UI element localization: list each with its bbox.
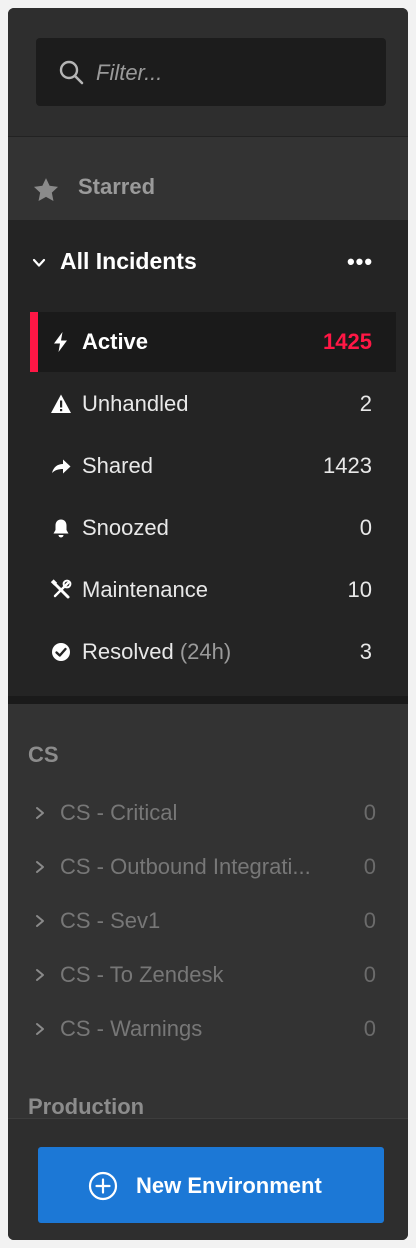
- incident-filter-label: Shared: [82, 453, 153, 478]
- group-title-cs[interactable]: CS: [28, 742, 59, 768]
- all-incidents-section: All Incidents ••• Active 1425 Unhandled …: [8, 220, 408, 698]
- plus-circle-icon: [88, 1171, 118, 1201]
- environment-label: CS - Sev1: [60, 908, 161, 933]
- environment-label: CS - Critical: [60, 800, 178, 825]
- environment-item[interactable]: CS - To Zendesk 0: [8, 948, 408, 1002]
- search-box[interactable]: [36, 38, 386, 108]
- incident-count: 10: [347, 577, 372, 602]
- more-options-icon[interactable]: •••: [346, 248, 374, 276]
- chevron-right-icon: [36, 1023, 44, 1035]
- environment-count: 0: [363, 962, 376, 987]
- environment-item[interactable]: CS - Critical 0: [8, 786, 408, 840]
- bell-icon: [53, 519, 69, 538]
- all-incidents-header[interactable]: All Incidents •••: [8, 220, 408, 304]
- environment-item[interactable]: CS - Warnings 0: [8, 1002, 408, 1056]
- incident-filter-label: Snoozed: [82, 515, 169, 540]
- resolved-label: Resolved: [82, 639, 174, 664]
- incident-count: 0: [359, 515, 372, 540]
- star-icon: [33, 178, 59, 201]
- chevron-right-icon: [36, 861, 44, 873]
- environment-count: 0: [363, 854, 376, 879]
- starred-item[interactable]: Starred: [8, 158, 408, 220]
- environment-label: CS - To Zendesk: [60, 962, 224, 987]
- environment-count: 0: [363, 800, 376, 825]
- starred-label: Starred: [78, 174, 156, 199]
- warning-icon: [51, 394, 71, 413]
- tools-icon: [50, 579, 72, 599]
- bolt-icon: [54, 332, 67, 352]
- incident-filter-maintenance[interactable]: Maintenance 10: [30, 560, 396, 620]
- section-divider: [8, 696, 408, 704]
- incident-filter-snoozed[interactable]: Snoozed 0: [30, 498, 396, 558]
- incident-count: 3: [359, 639, 372, 664]
- environment-label: CS - Warnings: [60, 1016, 203, 1041]
- all-incidents-title: All Incidents: [60, 248, 197, 274]
- environment-item[interactable]: CS - Sev1 0: [8, 894, 408, 948]
- incident-count: 1423: [323, 453, 372, 478]
- sidebar-panel: Starred All Incidents ••• Active 1425 Un…: [8, 8, 408, 1240]
- environment-count: 0: [363, 1016, 376, 1041]
- search-area: [8, 8, 408, 137]
- incident-count: 2: [359, 391, 372, 416]
- active-indicator: [30, 312, 38, 372]
- environment-item[interactable]: CS - Outbound Integrati... 0: [8, 840, 408, 894]
- incident-filter-label: Unhandled: [82, 391, 189, 416]
- incident-filter-resolved[interactable]: Resolved (24h) 3: [30, 622, 396, 682]
- environment-count: 0: [363, 908, 376, 933]
- incident-filter-label: Active: [82, 329, 149, 354]
- filter-input[interactable]: [94, 38, 378, 108]
- share-arrow-icon: [52, 459, 71, 474]
- chevron-right-icon: [36, 807, 44, 819]
- sidebar-footer: New Environment: [8, 1118, 408, 1240]
- chevron-right-icon: [36, 915, 44, 927]
- incident-count: 1425: [323, 329, 372, 354]
- group-title-production[interactable]: Production: [28, 1094, 144, 1120]
- environment-label: CS - Outbound Integrati...: [60, 854, 311, 879]
- incident-filter-active[interactable]: Active 1425: [30, 312, 396, 372]
- incident-filter-label: Maintenance: [82, 577, 208, 602]
- check-circle-icon: [52, 643, 70, 661]
- new-environment-label: New Environment: [136, 1173, 322, 1198]
- incident-filter-label: Resolved (24h): [82, 639, 231, 665]
- incident-filter-unhandled[interactable]: Unhandled 2: [30, 374, 396, 434]
- resolved-sublabel: (24h): [179, 639, 232, 664]
- chevron-right-icon: [36, 969, 44, 981]
- incident-filter-shared[interactable]: Shared 1423: [30, 436, 396, 496]
- chevron-down-icon: [32, 258, 46, 267]
- search-icon: [59, 60, 84, 85]
- new-environment-button[interactable]: New Environment: [38, 1147, 384, 1223]
